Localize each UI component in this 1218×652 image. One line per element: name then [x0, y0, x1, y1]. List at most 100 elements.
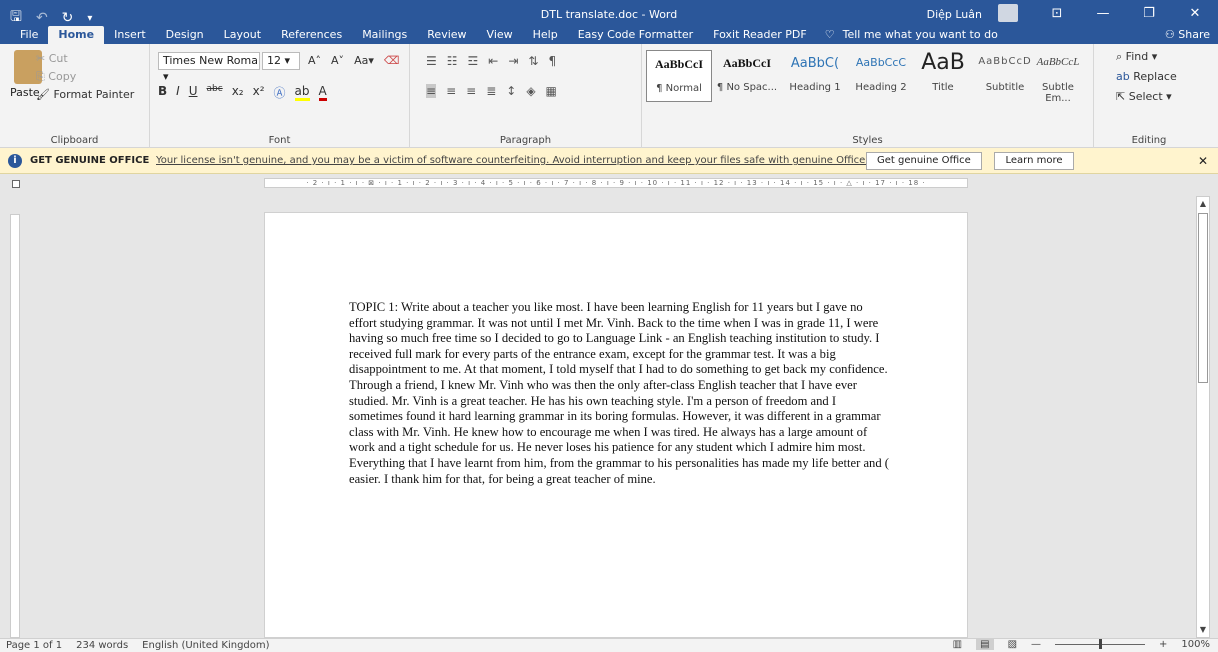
format-painter-button[interactable]: 🖌 Format Painter — [36, 88, 134, 101]
underline-icon[interactable]: U — [189, 84, 198, 101]
select-button[interactable]: ⇱ Select ▾ — [1116, 90, 1172, 103]
strikethrough-icon[interactable]: abc — [207, 84, 223, 101]
bold-icon[interactable]: B — [158, 84, 167, 101]
avatar[interactable] — [998, 4, 1018, 22]
increase-indent-icon[interactable]: ⇥ — [508, 54, 518, 68]
tab-view[interactable]: View — [477, 26, 523, 44]
tab-help[interactable]: Help — [523, 26, 568, 44]
scroll-down-icon[interactable]: ▼ — [1197, 623, 1209, 637]
text-effects-icon[interactable]: Ⓐ — [274, 84, 286, 101]
tab-home[interactable]: Home — [48, 26, 105, 44]
line-spacing-icon[interactable]: ↕ — [506, 84, 516, 98]
style-no-spacing[interactable]: AaBbCcI ¶ No Spac... — [714, 50, 780, 102]
tab-selector[interactable] — [12, 180, 20, 188]
learn-more-button[interactable]: Learn more — [994, 152, 1074, 170]
minimize-icon[interactable]: — — [1080, 0, 1126, 26]
close-icon[interactable]: ✕ — [1172, 0, 1218, 26]
numbering-icon[interactable]: ☷ — [447, 54, 458, 68]
style-sample: AaBbCcI — [654, 57, 703, 71]
banner-heading: GET GENUINE OFFICE — [30, 155, 150, 166]
ribbon-display-icon[interactable]: ⊡ — [1034, 0, 1080, 26]
borders-icon[interactable]: ▦ — [546, 84, 557, 98]
document-page[interactable]: TOPIC 1: Write about a teacher you like … — [264, 212, 968, 638]
font-color-icon[interactable]: A — [318, 84, 327, 101]
shrink-font-icon[interactable]: A˅ — [331, 54, 344, 67]
clipboard-label: Clipboard — [50, 135, 99, 146]
person-icon: ⚇ — [1164, 28, 1179, 41]
style-heading-1[interactable]: AaBbC( Heading 1 — [782, 50, 848, 102]
sort-icon[interactable]: ⇅ — [528, 54, 538, 68]
tab-foxit-reader-pdf[interactable]: Foxit Reader PDF — [703, 26, 817, 44]
tell-me-search[interactable]: Tell me what you want to do — [835, 26, 998, 44]
multilevel-list-icon[interactable]: ☲ — [468, 54, 479, 68]
font-name-box[interactable]: Times New Roma ▾ — [158, 52, 260, 83]
tab-references[interactable]: References — [271, 26, 352, 44]
font-size-box[interactable]: 12 ▾ — [262, 52, 300, 70]
zoom-slider[interactable] — [1055, 639, 1146, 649]
tab-insert[interactable]: Insert — [104, 26, 156, 44]
change-case-icon[interactable]: Aa▾ — [354, 54, 374, 67]
tab-layout[interactable]: Layout — [214, 26, 271, 44]
style-subtitle[interactable]: AaBbCcD Subtitle — [972, 50, 1038, 102]
tab-design[interactable]: Design — [156, 26, 214, 44]
find-button[interactable]: ⌕ Find ▾ — [1116, 50, 1157, 64]
style-normal[interactable]: AaBbCcI ¶ Normal — [646, 50, 712, 102]
share-button[interactable]: ⚇ Share — [1165, 26, 1210, 44]
zoom-out-icon[interactable]: — — [1031, 639, 1041, 650]
vertical-ruler[interactable] — [10, 214, 20, 638]
zoom-level[interactable]: 100% — [1181, 639, 1210, 650]
get-genuine-office-button[interactable]: Get genuine Office — [866, 152, 982, 170]
language-indicator[interactable]: English (United Kingdom) — [142, 640, 269, 651]
banner-close-icon[interactable]: ✕ — [1198, 154, 1208, 168]
zoom-in-icon[interactable]: + — [1159, 639, 1167, 650]
style-title[interactable]: AaB Title — [910, 50, 976, 102]
align-left-icon[interactable]: ≡ — [426, 84, 437, 98]
copy-label: Copy — [48, 70, 77, 83]
align-right-icon[interactable]: ≡ — [466, 84, 476, 98]
justify-icon[interactable]: ≣ — [486, 84, 496, 98]
copy-button[interactable]: ⎘ Copy — [36, 70, 76, 84]
editing-group: ⌕ Find ▾ ab Replace ⇱ Select ▾ Editing — [1094, 44, 1204, 148]
tab-mailings[interactable]: Mailings — [352, 26, 417, 44]
vertical-scrollbar[interactable]: ▲ ▼ — [1196, 196, 1210, 638]
tab-easy-code-formatter[interactable]: Easy Code Formatter — [568, 26, 703, 44]
style-name: Title — [932, 82, 954, 93]
document-body[interactable]: TOPIC 1: Write about a teacher you like … — [349, 300, 889, 487]
shading-icon[interactable]: ◈ — [526, 84, 535, 98]
style-subtle-emphasis[interactable]: AaBbCcL Subtle Em... — [1030, 50, 1086, 104]
scroll-up-icon[interactable]: ▲ — [1197, 197, 1209, 211]
restore-icon[interactable]: ❐ — [1126, 0, 1172, 26]
styles-label: Styles — [852, 135, 883, 146]
style-sample: AaB — [921, 50, 965, 75]
zoom-slider-thumb[interactable] — [1099, 639, 1103, 649]
bullets-icon[interactable]: ☰ — [426, 54, 437, 68]
banner-message-link[interactable]: Your license isn't genuine, and you may … — [156, 155, 899, 166]
tab-file[interactable]: File — [10, 26, 48, 44]
style-name: Heading 2 — [855, 82, 907, 93]
style-heading-2[interactable]: AaBbCcC Heading 2 — [848, 50, 914, 102]
replace-button[interactable]: ab Replace — [1116, 70, 1177, 83]
cut-button[interactable]: ✂ Cut — [36, 52, 68, 65]
scrollbar-thumb[interactable] — [1198, 213, 1208, 383]
decrease-indent-icon[interactable]: ⇤ — [488, 54, 498, 68]
font-label: Font — [268, 135, 291, 146]
subscript-icon[interactable]: x₂ — [232, 84, 244, 101]
clear-formatting-icon[interactable]: ⌫ — [384, 54, 400, 67]
word-count[interactable]: 234 words — [76, 640, 128, 651]
grow-font-icon[interactable]: A˄ — [308, 54, 321, 67]
share-label: Share — [1178, 28, 1210, 41]
highlight-icon[interactable]: ab — [294, 84, 310, 101]
cut-label: Cut — [48, 52, 68, 65]
italic-icon[interactable]: I — [176, 84, 180, 101]
horizontal-ruler[interactable]: · 2 · ı · 1 · ı · ⊠ · ı · 1 · ı · 2 · ı … — [264, 178, 968, 188]
web-layout-icon[interactable]: ▧ — [1008, 639, 1017, 650]
align-center-icon[interactable]: ≡ — [446, 84, 456, 98]
tab-review[interactable]: Review — [417, 26, 476, 44]
page-count[interactable]: Page 1 of 1 — [6, 640, 62, 651]
style-sample: AaBbCcI — [722, 56, 771, 70]
read-mode-icon[interactable]: ▥ — [953, 639, 962, 650]
user-name[interactable]: Diệp Luân — [927, 8, 982, 21]
show-marks-icon[interactable]: ¶ — [548, 54, 556, 68]
superscript-icon[interactable]: x² — [253, 84, 265, 101]
print-layout-icon[interactable]: ▤ — [976, 639, 994, 650]
